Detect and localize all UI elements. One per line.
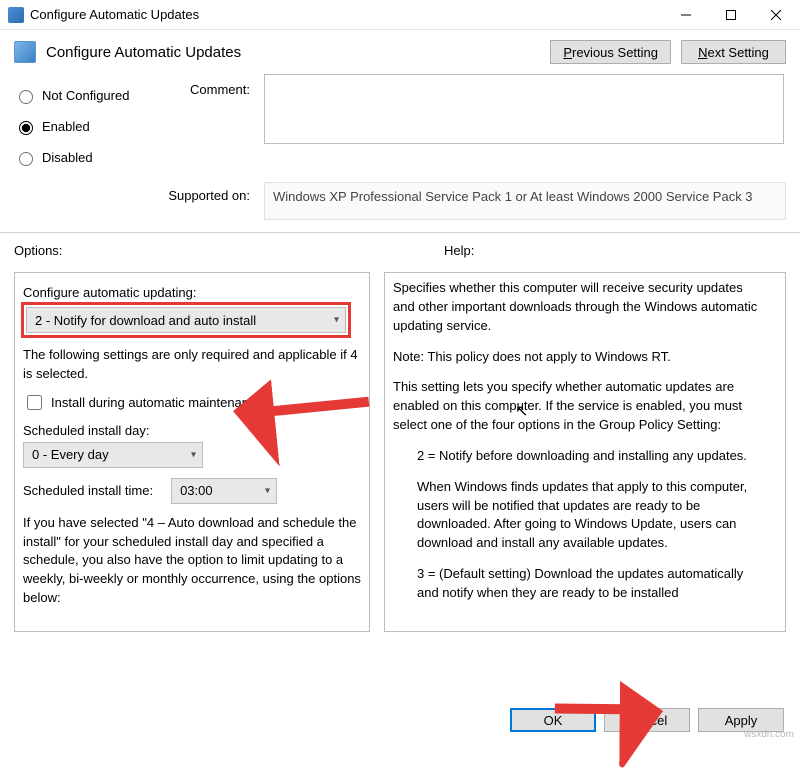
help-pane: Specifies whether this computer will rec… (384, 272, 786, 632)
cancel-button[interactable]: Cancel (604, 708, 690, 732)
options-label: Options: (14, 243, 414, 258)
page-title: Configure Automatic Updates (46, 44, 540, 61)
options-note-1: The following settings are only required… (23, 346, 365, 384)
highlight-box: 2 - Notify for download and auto install… (21, 302, 351, 338)
options-note-2: If you have selected "4 – Auto download … (23, 514, 365, 608)
dialog-buttons: OK Cancel Apply (510, 708, 784, 732)
next-setting-button[interactable]: Next Setting (681, 40, 786, 64)
scheduled-time-value: 03:00 (180, 483, 213, 498)
install-during-maintenance-label: Install during automatic maintenance (51, 395, 263, 410)
scheduled-day-select[interactable]: 0 - Every day ▾ (23, 442, 203, 468)
watermark: wsxdn.com (744, 729, 794, 740)
chevron-down-icon: ▾ (334, 315, 339, 326)
radio-not-configured[interactable]: Not Configured (14, 87, 154, 104)
radio-disabled[interactable]: Disabled (14, 149, 154, 166)
chevron-down-icon: ▾ (265, 485, 270, 496)
help-text: Note: This policy does not apply to Wind… (393, 348, 763, 367)
window-title: Configure Automatic Updates (30, 7, 663, 22)
titlebar: Configure Automatic Updates (0, 0, 800, 30)
close-button[interactable] (753, 0, 798, 29)
radio-enabled[interactable]: Enabled (14, 118, 154, 135)
scheduled-day-label: Scheduled install day: (23, 423, 365, 438)
maximize-button[interactable] (708, 0, 753, 29)
help-label: Help: (414, 243, 474, 258)
help-text: 3 = (Default setting) Download the updat… (393, 565, 763, 603)
divider (0, 232, 800, 233)
install-during-maintenance-checkbox[interactable] (27, 395, 42, 410)
window-icon (8, 7, 24, 23)
supported-on-text: Windows XP Professional Service Pack 1 o… (264, 182, 786, 220)
comment-field[interactable] (264, 74, 784, 144)
comment-label: Comment: (154, 70, 250, 97)
previous-setting-button[interactable]: Previous Setting (550, 40, 671, 64)
options-pane: Configure automatic updating: 2 - Notify… (14, 272, 370, 632)
help-text: 2 = Notify before downloading and instal… (393, 447, 763, 466)
header: Configure Automatic Updates Previous Set… (0, 30, 800, 64)
configure-updating-label: Configure automatic updating: (23, 285, 365, 300)
minimize-button[interactable] (663, 0, 708, 29)
configure-updating-select[interactable]: 2 - Notify for download and auto install… (26, 307, 346, 333)
help-text: This setting lets you specify whether au… (393, 378, 763, 435)
ok-button[interactable]: OK (510, 708, 596, 732)
help-text: When Windows finds updates that apply to… (393, 478, 763, 553)
help-text: Specifies whether this computer will rec… (393, 279, 763, 336)
state-radio-group: Not Configured Enabled Disabled (14, 70, 154, 180)
policy-icon (14, 41, 36, 63)
supported-on-label: Supported on: (14, 182, 264, 203)
scheduled-day-value: 0 - Every day (32, 447, 109, 462)
chevron-down-icon: ▾ (191, 449, 196, 460)
configure-updating-value: 2 - Notify for download and auto install (35, 313, 256, 328)
scheduled-time-select[interactable]: 03:00 ▾ (171, 478, 277, 504)
scheduled-time-label: Scheduled install time: (23, 483, 153, 498)
